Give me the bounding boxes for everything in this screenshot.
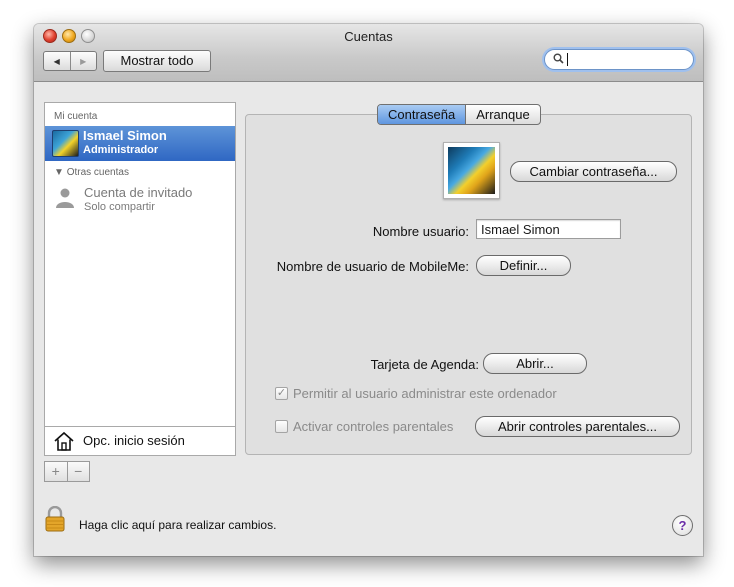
change-password-button[interactable]: Cambiar contraseña... — [510, 161, 677, 182]
other-accounts-label: Otras cuentas — [66, 167, 129, 178]
window-title: Cuentas — [344, 29, 393, 44]
search-icon — [553, 53, 564, 67]
guest-user-icon — [56, 188, 74, 208]
define-mobileme-button[interactable]: Definir... — [476, 255, 571, 276]
login-options-item[interactable]: Opc. inicio sesión — [45, 426, 235, 455]
username-label: Nombre usuario: — [372, 224, 469, 239]
mobileme-label: Nombre de usuario de MobileMe: — [276, 259, 469, 274]
search-field[interactable] — [544, 49, 694, 70]
accounts-window: Cuentas ◀ ▶ Mostrar todo Mi cuenta Ismae… — [34, 24, 703, 556]
guest-account-name: Cuenta de invitado — [84, 185, 193, 200]
help-button[interactable]: ? — [672, 515, 693, 536]
remove-account-button[interactable]: − — [66, 462, 90, 481]
list-item-current-user[interactable]: Ismael Simon Administrador — [45, 126, 235, 161]
parental-controls-checkbox[interactable] — [275, 420, 288, 433]
back-forward-control: ◀ ▶ — [43, 51, 97, 71]
lock-icon[interactable] — [44, 506, 66, 532]
parental-controls-label: Activar controles parentales — [293, 419, 454, 434]
accounts-list: Mi cuenta Ismael Simon Administrador ▼ O… — [44, 102, 236, 456]
disclosure-triangle-icon[interactable]: ▼ — [54, 167, 64, 178]
address-card-label: Tarjeta de Agenda: — [370, 357, 479, 372]
guest-account-role: Solo compartir — [84, 201, 155, 213]
my-account-header: Mi cuenta — [54, 111, 98, 122]
user-picture[interactable] — [443, 142, 500, 199]
list-item-guest-account[interactable]: Cuenta de invitado Solo compartir — [45, 183, 235, 215]
tab-login-items[interactable]: Arranque — [465, 105, 539, 124]
user-avatar-icon — [52, 130, 79, 157]
house-icon — [54, 431, 74, 451]
add-account-button[interactable]: + — [45, 462, 67, 481]
search-input[interactable] — [571, 51, 685, 68]
login-options-label: Opc. inicio sesión — [83, 433, 185, 448]
show-all-button[interactable]: Mostrar todo — [103, 50, 211, 72]
forward-icon[interactable]: ▶ — [69, 52, 97, 70]
add-remove-control: + − — [44, 461, 90, 482]
allow-admin-label: Permitir al usuario administrar este ord… — [293, 386, 557, 401]
lock-message[interactable]: Haga clic aquí para realizar cambios. — [79, 518, 276, 532]
username-field[interactable]: Ismael Simon — [476, 219, 621, 239]
other-accounts-header[interactable]: ▼ Otras cuentas — [54, 167, 129, 178]
title-bar: Cuentas ◀ ▶ Mostrar todo — [34, 24, 703, 82]
text-caret — [567, 53, 568, 66]
current-user-name: Ismael Simon — [83, 128, 167, 143]
parrot-picture-icon — [448, 147, 495, 194]
current-user-role: Administrador — [83, 144, 159, 156]
open-parental-controls-button[interactable]: Abrir controles parentales... — [475, 416, 680, 437]
tab-bar: Contraseña Arranque — [377, 104, 541, 125]
tab-password[interactable]: Contraseña — [378, 105, 466, 124]
back-icon[interactable]: ◀ — [44, 52, 70, 70]
open-address-card-button[interactable]: Abrir... — [483, 353, 587, 374]
allow-admin-checkbox[interactable]: ✓ — [275, 387, 288, 400]
